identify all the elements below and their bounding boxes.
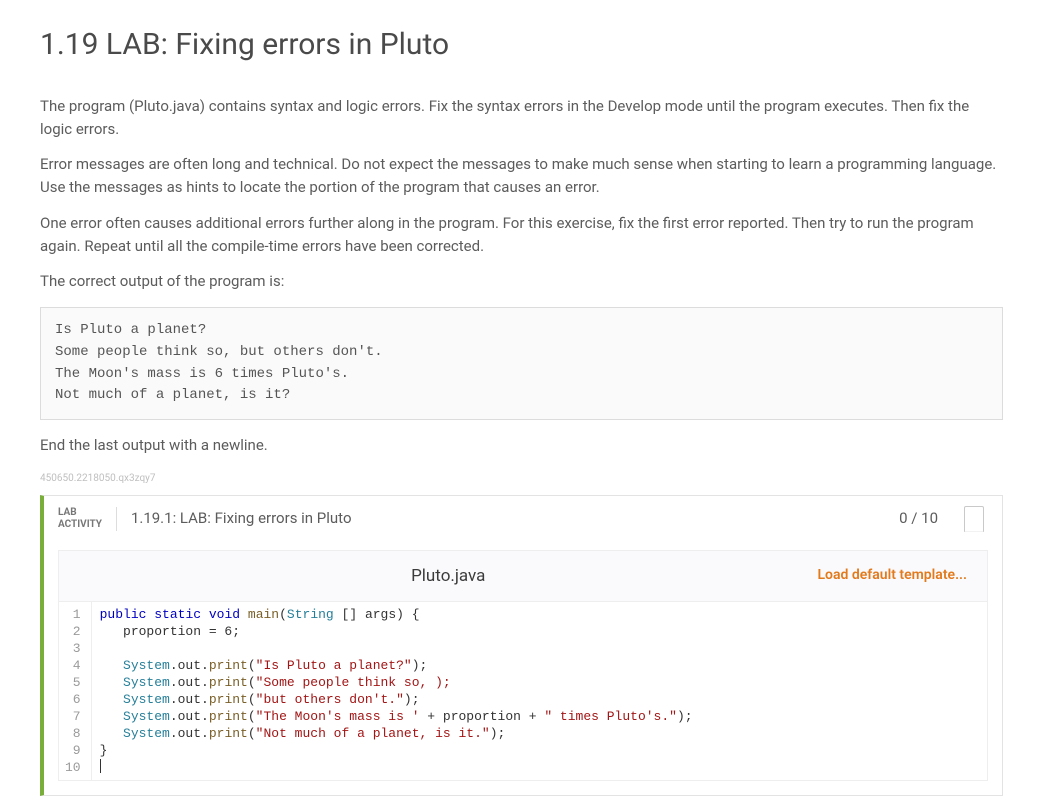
after-block-paragraph: End the last output with a newline.	[40, 434, 1003, 457]
lab-label: LAB ACTIVITY	[58, 507, 117, 531]
line-number: 7	[65, 708, 81, 725]
code-line[interactable]	[100, 640, 979, 657]
lab-score: 0 / 10	[899, 507, 938, 530]
code-line[interactable]: System.out.print("Some people think so, …	[100, 674, 979, 691]
file-tab[interactable]: Pluto.java	[79, 563, 817, 589]
code-line[interactable]: proportion = 6;	[100, 623, 979, 640]
line-gutter: 12345678910	[59, 602, 92, 780]
content-hash-id: 450650.2218050.qx3zqy7	[40, 471, 1003, 487]
page-title: 1.19 LAB: Fixing errors in Pluto	[40, 22, 1003, 69]
code-line[interactable]: System.out.print("Is Pluto a planet?");	[100, 657, 979, 674]
intro-paragraph-4: The correct output of the program is:	[40, 270, 1003, 293]
lab-activity-card: LAB ACTIVITY 1.19.1: LAB: Fixing errors …	[40, 495, 1003, 796]
intro-paragraph-2: Error messages are often long and techni…	[40, 153, 1003, 200]
lab-header: LAB ACTIVITY 1.19.1: LAB: Fixing errors …	[44, 496, 1002, 542]
text-cursor	[100, 759, 101, 773]
code-line[interactable]: }	[100, 742, 979, 759]
code-editor-panel: Pluto.java Load default template... 1234…	[58, 550, 988, 781]
line-number: 4	[65, 657, 81, 674]
code-area[interactable]: public static void main(String [] args) …	[92, 602, 987, 780]
intro-paragraph-3: One error often causes additional errors…	[40, 212, 1003, 259]
code-line[interactable]: System.out.print("Not much of a planet, …	[100, 725, 979, 742]
line-number: 8	[65, 725, 81, 742]
code-line[interactable]: System.out.print("but others don't.");	[100, 691, 979, 708]
lab-activity-title: 1.19.1: LAB: Fixing errors in Pluto	[131, 507, 352, 530]
lab-label-line1: LAB	[58, 507, 102, 519]
line-number: 3	[65, 640, 81, 657]
load-default-button[interactable]: Load default template...	[817, 565, 967, 587]
line-number: 1	[65, 606, 81, 623]
expected-output-block: Is Pluto a planet? Some people think so,…	[40, 307, 1003, 420]
line-number: 2	[65, 623, 81, 640]
line-number: 5	[65, 674, 81, 691]
intro-paragraph-1: The program (Pluto.java) contains syntax…	[40, 95, 1003, 142]
line-number: 6	[65, 691, 81, 708]
code-editor[interactable]: 12345678910 public static void main(Stri…	[59, 601, 987, 780]
line-number: 9	[65, 742, 81, 759]
code-line[interactable]: System.out.print("The Moon's mass is ' +…	[100, 708, 979, 725]
code-line[interactable]: public static void main(String [] args) …	[100, 606, 979, 623]
editor-toolbar: Pluto.java Load default template...	[59, 551, 987, 601]
lab-label-line2: ACTIVITY	[58, 519, 102, 531]
bookmark-icon[interactable]	[964, 506, 984, 532]
